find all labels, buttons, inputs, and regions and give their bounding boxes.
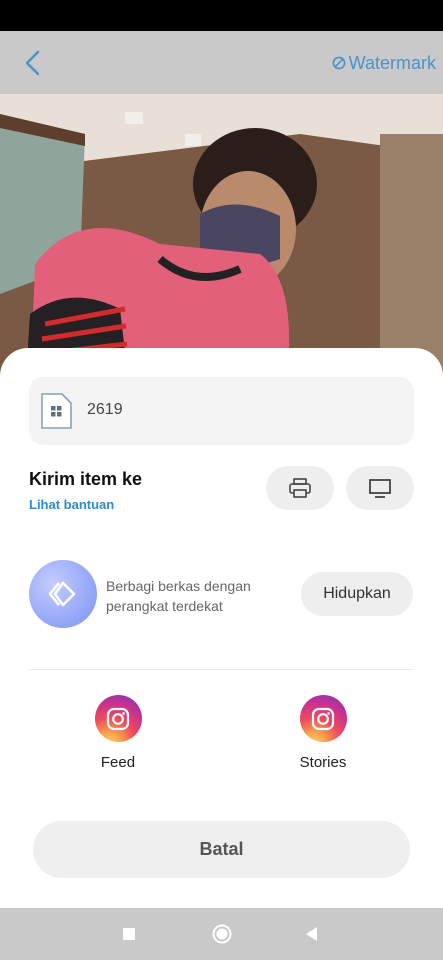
share-target-feed[interactable]: Feed xyxy=(68,695,168,771)
home-button[interactable] xyxy=(210,922,234,946)
send-to-title: Kirim item ke xyxy=(29,469,143,489)
share-sheet: 2619 Kirim item ke Lihat bantuan Berbagi… xyxy=(0,348,443,908)
nearby-share-description: Berbagi berkas dengan perangkat terdekat xyxy=(106,578,251,614)
help-link[interactable]: Lihat bantuan xyxy=(29,497,114,512)
nearby-share-icon xyxy=(29,560,97,628)
file-icon xyxy=(41,393,72,429)
cast-screen-button[interactable] xyxy=(346,466,414,510)
status-bar xyxy=(0,0,443,31)
share-target-label: Feed xyxy=(100,754,136,771)
share-target-label: Stories xyxy=(299,754,347,771)
back-button[interactable] xyxy=(18,47,48,79)
back-nav-button[interactable] xyxy=(300,922,324,946)
top-bar: Watermark xyxy=(0,31,443,94)
monitor-icon xyxy=(369,479,391,498)
file-name: 2619 xyxy=(87,401,123,418)
instagram-icon xyxy=(94,695,142,742)
system-nav-bar xyxy=(0,908,443,960)
square-icon xyxy=(123,928,135,940)
printer-icon xyxy=(289,478,311,498)
share-target-stories[interactable]: Stories xyxy=(273,695,373,771)
cancel-button[interactable]: Batal xyxy=(33,821,410,878)
instagram-icon xyxy=(299,695,347,742)
recents-button[interactable] xyxy=(117,922,141,946)
enable-nearby-button[interactable]: Hidupkan xyxy=(301,572,413,616)
watermark-button[interactable]: Watermark xyxy=(332,51,436,75)
file-card: 2619 xyxy=(29,377,414,445)
print-button[interactable] xyxy=(266,466,334,510)
divider xyxy=(29,669,414,670)
slash-circle-icon xyxy=(332,56,346,70)
triangle-back-icon xyxy=(306,927,317,941)
watermark-label: Watermark xyxy=(348,52,436,73)
chevron-left-icon xyxy=(25,50,40,76)
circle-icon xyxy=(212,924,232,944)
